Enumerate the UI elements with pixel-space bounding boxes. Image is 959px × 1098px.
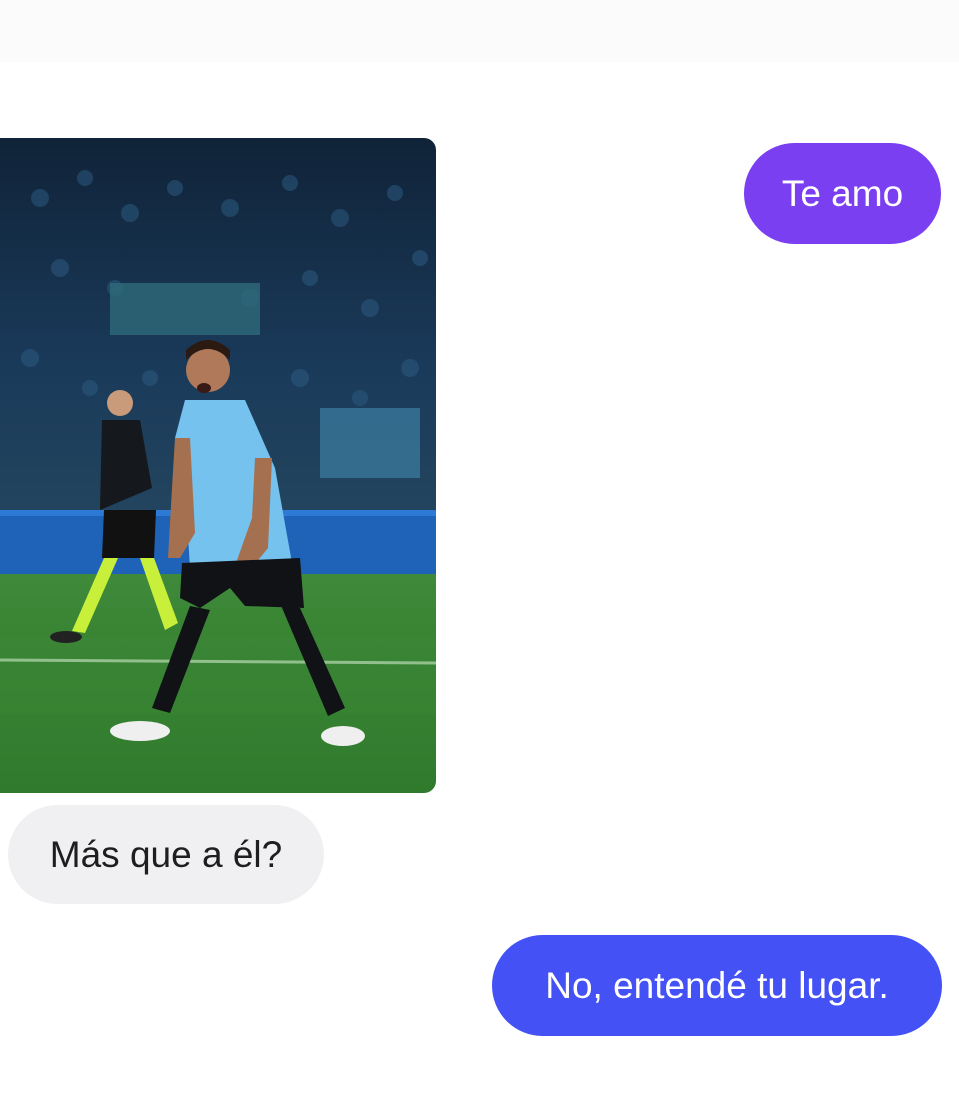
message-text: Te amo	[781, 172, 904, 214]
top-bar-background	[0, 0, 959, 62]
football-player-photo	[0, 138, 436, 793]
outgoing-message-bubble[interactable]: Te amo	[744, 143, 941, 244]
message-text: No, entendé tu lugar.	[545, 964, 889, 1006]
message-text: Más que a él?	[49, 833, 283, 875]
incoming-message-bubble[interactable]: Más que a él?	[8, 805, 324, 904]
outgoing-message-bubble[interactable]: No, entendé tu lugar.	[492, 935, 942, 1036]
incoming-photo-message[interactable]	[0, 138, 436, 793]
